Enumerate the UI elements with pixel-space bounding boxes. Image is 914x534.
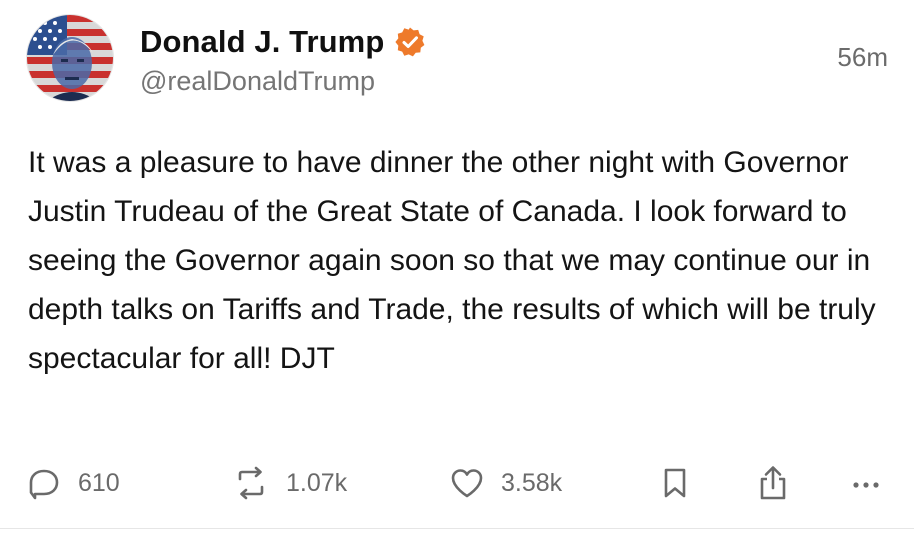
reply-icon: [29, 469, 59, 500]
reply-button[interactable]: 610: [26, 458, 120, 508]
author-name[interactable]: Donald J. Trump: [140, 24, 384, 60]
like-count: 3.58k: [501, 468, 563, 497]
divider: [0, 528, 914, 529]
more-icon: [853, 482, 879, 488]
share-button[interactable]: [755, 458, 791, 508]
share-icon: [760, 466, 786, 500]
repost-icon: [238, 466, 264, 500]
author-name-row: Donald J. Trump: [140, 22, 426, 62]
post-timestamp[interactable]: 56m: [837, 42, 888, 73]
post-card: Donald J. Trump @realDonaldTrump 56m It …: [0, 0, 914, 534]
bookmark-icon: [664, 468, 686, 498]
avatar[interactable]: [26, 14, 114, 102]
heart-icon: [451, 469, 483, 498]
avatar-image: [27, 15, 113, 101]
reply-count: 610: [78, 468, 120, 497]
like-button[interactable]: 3.58k: [449, 458, 562, 508]
author-handle[interactable]: @realDonaldTrump: [140, 66, 375, 97]
more-options-button[interactable]: [848, 458, 884, 508]
bookmark-button[interactable]: [660, 458, 690, 508]
repost-count: 1.07k: [286, 468, 348, 497]
post-actions: 610 1.07k 3.58k: [0, 458, 914, 508]
post-text: It was a pleasure to have dinner the oth…: [28, 146, 876, 375]
repost-button[interactable]: 1.07k: [232, 458, 347, 508]
verified-badge-icon: [394, 26, 426, 58]
